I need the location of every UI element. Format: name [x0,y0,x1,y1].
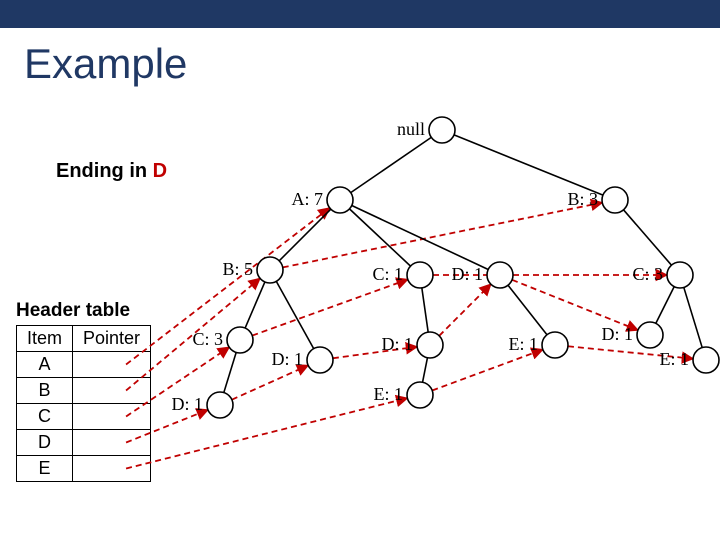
header-table: Item Pointer ABCDE [16,325,151,482]
table-row: E [17,456,151,482]
tree-edge [508,285,547,335]
col-item: Item [17,326,73,352]
tree-node: D: 1 [172,392,234,418]
tree-node: D: 1 [452,262,514,288]
top-bar [0,0,720,28]
table-row: B [17,378,151,404]
tree-edge [351,137,432,192]
tree-node: D: 1 [602,322,664,348]
pointer-cell [73,430,151,456]
tree-edge [245,282,265,328]
col-pointer: Pointer [73,326,151,352]
tree-node: D: 1 [272,347,334,373]
link-dash [126,398,407,468]
tree-edge [224,352,236,392]
link-dash [432,350,543,391]
node-label: D: 1 [272,349,304,369]
item-cell: D [17,430,73,456]
node-label: C: 3 [632,264,663,284]
tree-edge [352,206,488,270]
node-label: D: 1 [172,394,204,414]
item-cell: E [17,456,73,482]
slide-title: Example [24,40,187,88]
tree-edge [454,135,603,195]
node-label: B: 5 [222,259,253,279]
pointer-cell [73,378,151,404]
node-label: A: 7 [292,189,324,209]
item-cell: B [17,378,73,404]
pointer-cell [73,352,151,378]
node-label: D: 1 [602,324,634,344]
tree-edge [684,287,702,347]
tree-node: E: 1 [509,332,569,358]
pointer-cell [73,456,151,482]
pointer-cell [73,404,151,430]
item-cell: A [17,352,73,378]
node-label: D: 1 [452,264,484,284]
tree-edge [276,281,313,348]
header-table-label: Header table [16,300,130,322]
tree-edge [349,209,410,266]
table-row: A [17,352,151,378]
subtitle-highlight: D [153,160,167,182]
link-dash [333,347,417,358]
table-row: D [17,430,151,456]
node-label: B: 3 [567,189,598,209]
table-row: C [17,404,151,430]
node-label: C: 1 [372,264,403,284]
tree-node: B: 5 [222,257,283,283]
tree-node: C: 3 [632,262,693,288]
tree-edge [656,287,674,324]
tree-edge [422,288,428,332]
link-dash [568,346,693,358]
subtitle-prefix: Ending in [56,160,153,182]
tree-node: A: 7 [292,187,354,213]
tree-node: null [397,117,455,143]
tree-edge [624,210,672,265]
tree-node: C: 1 [372,262,433,288]
link-dash [126,208,330,365]
link-dash [252,279,408,335]
node-label: E: 1 [509,334,539,354]
tree-node: E: 1 [374,382,434,408]
tree-node: E: 1 [660,347,720,373]
item-cell: C [17,404,73,430]
tree-node: D: 1 [382,332,444,358]
node-label: C: 3 [192,329,223,349]
node-label: null [397,119,425,139]
link-dash [232,365,308,399]
node-label: E: 1 [660,349,690,369]
node-label: E: 1 [374,384,404,404]
link-dash [512,280,638,330]
tree-edge [279,209,331,261]
node-label: D: 1 [382,334,414,354]
tree-node: C: 3 [192,327,253,353]
link-dash [439,284,491,336]
tree-edge [423,358,428,383]
tree-node: B: 3 [567,187,628,213]
subtitle: Ending in D [56,160,167,183]
link-dash [283,203,603,268]
